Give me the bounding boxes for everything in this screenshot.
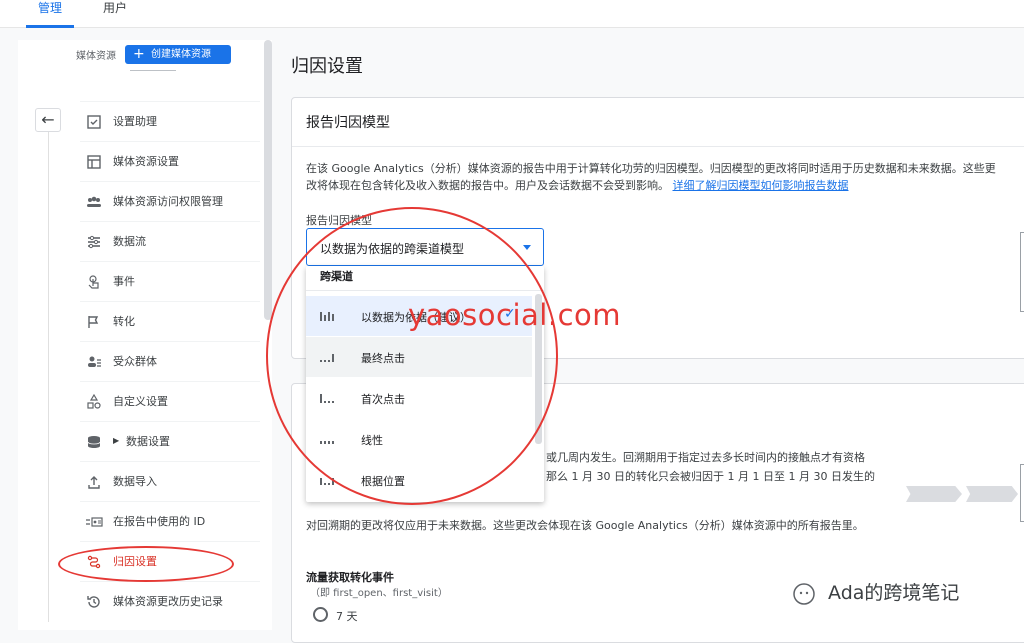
- sidebar-item-access-management[interactable]: 媒体资源访问权限管理: [80, 181, 260, 221]
- side-panel-edge: [1020, 464, 1024, 522]
- page-title: 归因设置: [291, 56, 363, 77]
- learn-more-link[interactable]: 详细了解归因模型如何影响报告数据: [673, 179, 849, 192]
- sidebar-item-audiences[interactable]: 受众群体: [80, 341, 260, 381]
- checklist-icon: [85, 114, 103, 132]
- sidebar-item-events[interactable]: 事件: [80, 261, 260, 301]
- create-property-label: 创建媒体资源: [151, 49, 211, 60]
- plus-icon: +: [133, 46, 145, 62]
- lookback-text-line-1: 或几周内发生。回溯期用于指定过去多长时间内的接触点才有资格: [546, 451, 865, 464]
- sidebar-item-data-import[interactable]: 数据导入: [80, 461, 260, 501]
- sidebar-item-property-settings[interactable]: 媒体资源设置: [80, 141, 260, 181]
- lookback-text-line-2: 那么 1 月 30 日的转化只会被归因于 1 月 1 日至 1 月 30 日发生…: [546, 470, 875, 483]
- wechat-logo-icon: [792, 582, 816, 606]
- lookback-note: 对回溯期的更改将仅应用于未来数据。这些更改会体现在该 Google Analyt…: [306, 519, 864, 532]
- sidebar-item-conversions[interactable]: 转化: [80, 301, 260, 341]
- sidebar-item-reporting-id[interactable]: 在报告中使用的 ID: [80, 501, 260, 541]
- timeline-chevron: [966, 486, 1018, 502]
- description-text: 在该 Google Analytics（分析）媒体资源的报告中用于计算转化功劳的…: [306, 162, 996, 192]
- sidebar-item-label: 在报告中使用的 ID: [113, 515, 206, 528]
- card-divider: [292, 146, 1024, 147]
- property-label: 媒体资源: [76, 51, 116, 62]
- sidebar-item-label: 媒体资源访问权限管理: [113, 195, 223, 208]
- timeline-chevron: [906, 486, 962, 502]
- history-icon: [85, 594, 103, 612]
- flag-icon: [85, 314, 103, 332]
- author-watermark: Ada的跨境笔记: [792, 578, 959, 606]
- lookback-description: 或几周内发生。回溯期用于指定过去多长时间内的接触点才有资格 那么 1 月 30 …: [546, 448, 906, 486]
- sidebar-item-label: 数据设置: [126, 435, 170, 448]
- sidebar-item-setup-assistant[interactable]: 设置助理: [80, 101, 260, 141]
- tab-user[interactable]: 用户: [103, 0, 127, 28]
- property-selector-underline: [130, 70, 176, 71]
- layout-icon: [85, 154, 103, 172]
- sidebar-item-data-settings[interactable]: ▶ 数据设置: [80, 421, 260, 461]
- card-title: 报告归因模型: [306, 115, 390, 131]
- radio-7-days[interactable]: [313, 607, 328, 622]
- back-arrow-icon[interactable]: ←: [35, 108, 61, 132]
- sidebar-item-custom-definitions[interactable]: 自定义设置: [80, 381, 260, 421]
- radio-7-days-label: 7 天: [336, 610, 358, 623]
- streams-icon: [85, 234, 103, 252]
- sidebar-item-label: 数据导入: [113, 475, 157, 488]
- sidebar-item-change-history[interactable]: 媒体资源更改历史记录: [80, 581, 260, 621]
- shapes-icon: [85, 393, 103, 412]
- attribution-description: 在该 Google Analytics（分析）媒体资源的报告中用于计算转化功劳的…: [306, 160, 996, 194]
- annotation-circle-nav: [58, 546, 234, 582]
- sidebar-item-label: 媒体资源更改历史记录: [113, 595, 223, 608]
- touch-icon: [85, 274, 103, 292]
- lookback-timeline-graphic: [906, 486, 1018, 502]
- sidebar-item-label: 受众群体: [113, 355, 157, 368]
- dropdown-arrow-icon[interactable]: [523, 245, 531, 250]
- side-panel-edge: [1020, 232, 1024, 312]
- create-property-button[interactable]: + 创建媒体资源: [125, 45, 231, 64]
- upload-icon: [85, 474, 103, 492]
- audience-icon: [85, 354, 103, 372]
- author-watermark-text: Ada的跨境笔记: [828, 582, 960, 604]
- tab-admin[interactable]: 管理: [25, 0, 75, 28]
- sidebar-item-data-streams[interactable]: 数据流: [80, 221, 260, 261]
- sidebar-item-label: 事件: [113, 275, 135, 288]
- traffic-conversion-label: 流量获取转化事件: [306, 571, 394, 584]
- sidebar-item-label: 自定义设置: [113, 395, 168, 408]
- top-tab-bar: 管理 用户: [0, 0, 1024, 28]
- sidebar-item-label: 设置助理: [113, 115, 157, 128]
- sidebar-item-label: 媒体资源设置: [113, 155, 179, 168]
- left-nav-scrollbar[interactable]: [264, 40, 272, 320]
- traffic-conversion-sublabel: （即 first_open、first_visit）: [310, 588, 448, 599]
- sidebar-item-label: 数据流: [113, 235, 146, 248]
- id-icon: [85, 514, 103, 532]
- sidebar-item-label: 转化: [113, 315, 135, 328]
- caret-right-icon[interactable]: ▶: [113, 436, 119, 445]
- nav-divider: [48, 132, 49, 622]
- annotation-circle-dropdown: [266, 207, 558, 505]
- people-icon: [85, 194, 103, 212]
- database-icon: [85, 434, 103, 452]
